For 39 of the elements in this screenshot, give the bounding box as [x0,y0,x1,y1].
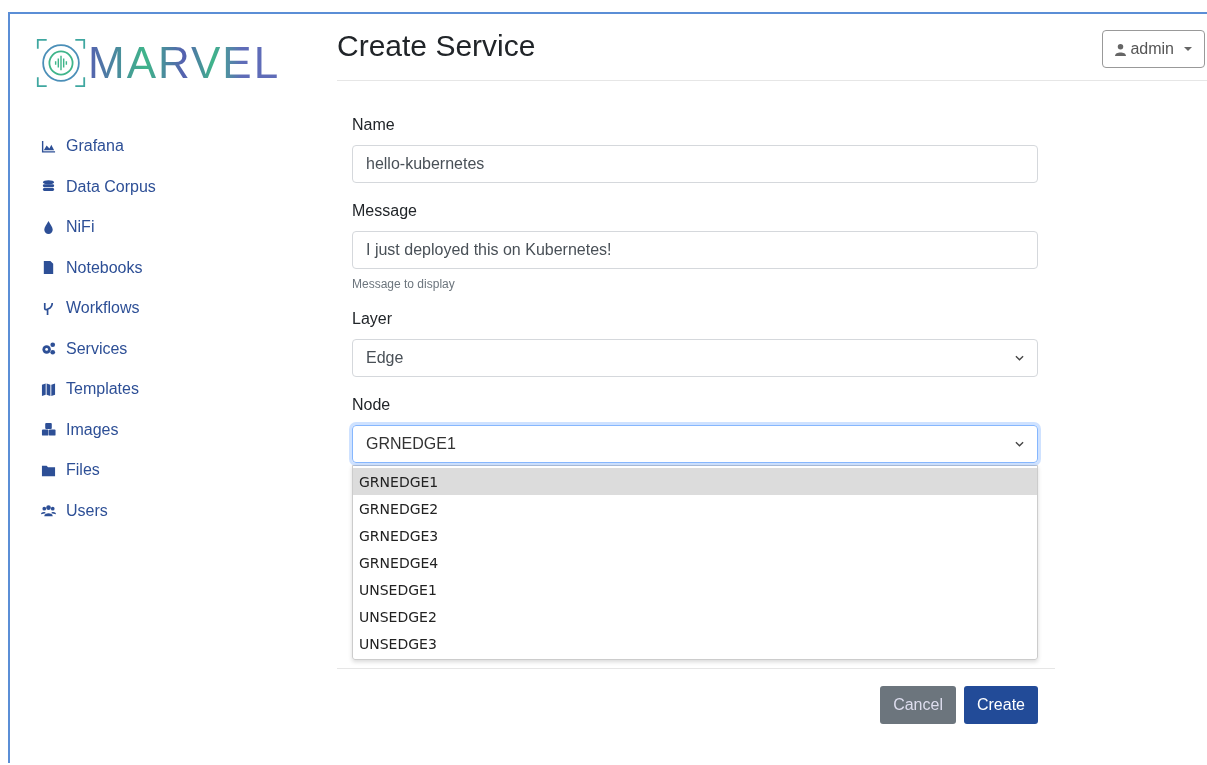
field-label: Node [352,397,392,413]
sidebar-item[interactable]: Data Corpus [40,166,337,207]
dropdown-option[interactable]: UNSEDGE2 [353,603,1037,630]
dropdown-option[interactable]: UNSEDGE1 [353,576,1037,603]
cubes-icon [40,422,57,438]
sidebar-item[interactable]: Notebooks [40,247,337,288]
sidebar-item[interactable]: Services [40,328,337,369]
message-input[interactable]: I just deployed this on Kubernetes! [352,231,1038,269]
dropdown-option[interactable]: GRNEDGE1 [353,468,1037,495]
sidebar-item[interactable]: Users [40,490,337,531]
sidebar-item[interactable]: Images [40,409,337,450]
chevron-icon [1015,355,1024,361]
logo-icon [36,38,86,88]
people-icon [40,503,57,519]
page-title: Create Service [337,29,536,63]
field-label: Message [352,203,418,219]
sidebar-item[interactable]: Templates [40,369,337,410]
caret-icon [1184,46,1192,52]
create-button[interactable]: Create [963,686,1038,724]
name-input[interactable]: hello-kubernetes [352,145,1038,183]
dropdown-option[interactable]: GRNEDGE3 [353,522,1037,549]
map-icon [40,381,57,397]
dropdown-option[interactable]: GRNEDGE4 [353,549,1037,576]
chevron-icon [1015,441,1024,447]
user-icon [1115,42,1127,56]
cancel-button[interactable]: Cancel [880,686,956,724]
field-label: Name [352,117,396,133]
dropdown-option[interactable]: UNSEDGE3 [353,630,1037,657]
sidebar-item[interactable]: Workflows [40,288,337,329]
sidebar-item[interactable]: Grafana [40,126,337,167]
sidebar-item[interactable]: NiFi [40,207,337,248]
node-select[interactable]: GRNEDGE1 [352,425,1038,463]
user-menu-button[interactable]: admin [1102,30,1205,68]
field-label: Layer [352,311,394,327]
layer-select[interactable]: Edge [352,339,1038,377]
chart-icon [40,138,57,154]
dropdown-option[interactable]: GRNEDGE2 [353,495,1037,522]
sidebar-item[interactable]: Files [40,450,337,491]
help-text: Message to display [352,277,456,291]
